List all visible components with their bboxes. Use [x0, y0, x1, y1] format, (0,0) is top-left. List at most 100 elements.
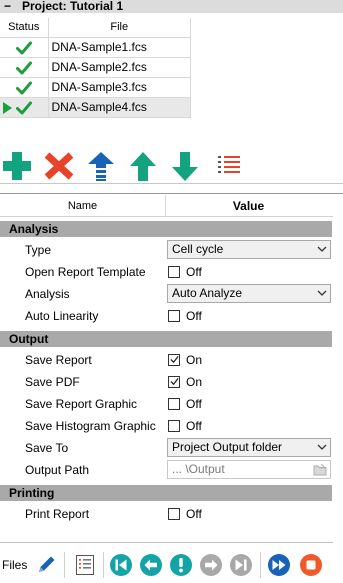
- file-name[interactable]: DNA-Sample4.fcs: [48, 97, 191, 118]
- open-report-template-value: Off: [186, 265, 202, 279]
- open-report-template-label: Open Report Template: [25, 265, 146, 279]
- analysis-label: Analysis: [25, 287, 70, 301]
- check-icon: [16, 61, 32, 74]
- property-auto-linearity: Auto Linearity Off: [0, 305, 332, 327]
- file-name[interactable]: DNA-Sample3.fcs: [48, 77, 191, 98]
- property-analysis: Analysis Auto Analyze: [0, 283, 332, 305]
- move-to-top-icon[interactable]: [84, 150, 118, 182]
- add-icon[interactable]: [0, 150, 34, 182]
- property-grid: Name Value Analysis Type Cell cycle Open…: [0, 193, 343, 544]
- stop-icon[interactable]: [299, 553, 323, 577]
- property-grid-scrollbar[interactable]: [333, 194, 343, 544]
- files-label: Files: [2, 558, 28, 572]
- section-printing[interactable]: Printing: [0, 485, 332, 501]
- save-pdf-label: Save PDF: [25, 375, 80, 389]
- next-icon[interactable]: [199, 553, 223, 577]
- save-pdf-checkbox[interactable]: [168, 376, 180, 388]
- toolbar-separator: [103, 552, 104, 578]
- property-save-report-graphic: Save Report Graphic Off: [0, 393, 332, 415]
- alert-icon[interactable]: [169, 553, 193, 577]
- file-name[interactable]: DNA-Sample1.fcs: [48, 37, 191, 58]
- table-row[interactable]: DNA-Sample2.fcs: [0, 57, 191, 78]
- file-column-header[interactable]: File: [48, 18, 191, 38]
- checkmark-icon: [170, 355, 179, 364]
- type-dropdown[interactable]: Cell cycle: [167, 240, 331, 259]
- toolbar-separator: [260, 552, 261, 578]
- property-save-pdf: Save PDF On: [0, 371, 332, 393]
- project-title: Project: Tutorial 1: [22, 0, 124, 13]
- folder-icon[interactable]: [313, 463, 327, 476]
- value-column-header: Value: [232, 199, 265, 213]
- save-pdf-value: On: [186, 375, 203, 389]
- save-report-graphic-value: Off: [186, 397, 202, 411]
- check-icon: [16, 41, 32, 54]
- save-report-checkbox[interactable]: [168, 354, 180, 366]
- bottom-toolbar: Files: [0, 548, 343, 583]
- section-output[interactable]: Output: [0, 331, 332, 347]
- report-list-icon[interactable]: [73, 553, 97, 577]
- toolbar-separator: [64, 552, 65, 578]
- analysis-dropdown[interactable]: Auto Analyze: [167, 284, 331, 303]
- chevron-down-icon: [317, 444, 327, 450]
- current-file-arrow-icon: [3, 101, 12, 114]
- analysis-value: Auto Analyze: [172, 286, 243, 300]
- property-open-report-template: Open Report Template Off: [0, 261, 332, 283]
- move-down-icon[interactable]: [168, 150, 202, 182]
- status-cell: [0, 57, 49, 78]
- table-row[interactable]: DNA-Sample3.fcs: [0, 77, 191, 98]
- save-report-graphic-checkbox[interactable]: [168, 398, 180, 410]
- property-output-path: Output Path ... \Output: [0, 459, 332, 481]
- status-cell: [0, 97, 49, 118]
- property-grid-header: Name Value: [0, 195, 343, 217]
- property-save-to: Save To Project Output folder: [0, 437, 332, 459]
- auto-linearity-value: Off: [186, 309, 202, 323]
- print-report-value: Off: [186, 507, 202, 521]
- last-icon[interactable]: [229, 553, 253, 577]
- table-row-selected[interactable]: DNA-Sample4.fcs: [0, 97, 191, 118]
- chevron-down-icon: [317, 246, 327, 252]
- print-report-checkbox[interactable]: [168, 508, 180, 520]
- status-cell: [0, 37, 49, 58]
- section-analysis[interactable]: Analysis: [0, 221, 332, 237]
- save-to-label: Save To: [25, 441, 69, 455]
- output-path-label: Output Path: [25, 463, 90, 477]
- first-icon[interactable]: [109, 553, 133, 577]
- save-histogram-graphic-checkbox[interactable]: [168, 420, 180, 432]
- save-histogram-graphic-value: Off: [186, 419, 202, 433]
- save-to-dropdown[interactable]: Project Output folder: [167, 438, 331, 457]
- open-report-template-checkbox[interactable]: [168, 266, 180, 278]
- previous-icon[interactable]: [139, 553, 163, 577]
- fast-forward-icon[interactable]: [267, 553, 291, 577]
- auto-linearity-checkbox[interactable]: [168, 310, 180, 322]
- property-save-report: Save Report On: [0, 349, 332, 371]
- status-cell: [0, 77, 49, 98]
- status-column-header[interactable]: Status: [0, 18, 49, 38]
- type-label: Type: [25, 243, 52, 257]
- output-path-value: ... \Output: [172, 462, 225, 476]
- save-report-value: On: [186, 353, 203, 367]
- property-type: Type Cell cycle: [0, 239, 332, 261]
- print-report-label: Print Report: [25, 507, 90, 521]
- check-icon: [16, 81, 32, 94]
- save-to-value: Project Output folder: [172, 440, 283, 454]
- output-path-field[interactable]: ... \Output: [167, 460, 331, 479]
- name-column-header: Name: [0, 195, 166, 217]
- file-name[interactable]: DNA-Sample2.fcs: [48, 57, 191, 78]
- collapse-button[interactable]: −: [4, 0, 14, 12]
- type-value: Cell cycle: [172, 242, 224, 256]
- edit-icon[interactable]: [34, 553, 58, 577]
- move-up-icon[interactable]: [126, 150, 160, 182]
- save-histogram-graphic-label: Save Histogram Graphic: [25, 419, 156, 433]
- property-save-histogram-graphic: Save Histogram Graphic Off: [0, 415, 332, 437]
- file-toolbar: [0, 148, 343, 184]
- list-icon[interactable]: [212, 150, 246, 182]
- save-report-label: Save Report: [25, 353, 92, 367]
- table-row[interactable]: DNA-Sample1.fcs: [0, 37, 191, 58]
- save-report-graphic-label: Save Report Graphic: [25, 397, 138, 411]
- check-icon: [16, 101, 32, 114]
- chevron-down-icon: [317, 290, 327, 296]
- file-table: Status File DNA-Sample1.fcs DNA-Sample2.…: [0, 18, 191, 118]
- remove-icon[interactable]: [42, 150, 76, 182]
- project-header: − Project: Tutorial 1: [0, 0, 343, 13]
- checkmark-icon: [170, 377, 179, 386]
